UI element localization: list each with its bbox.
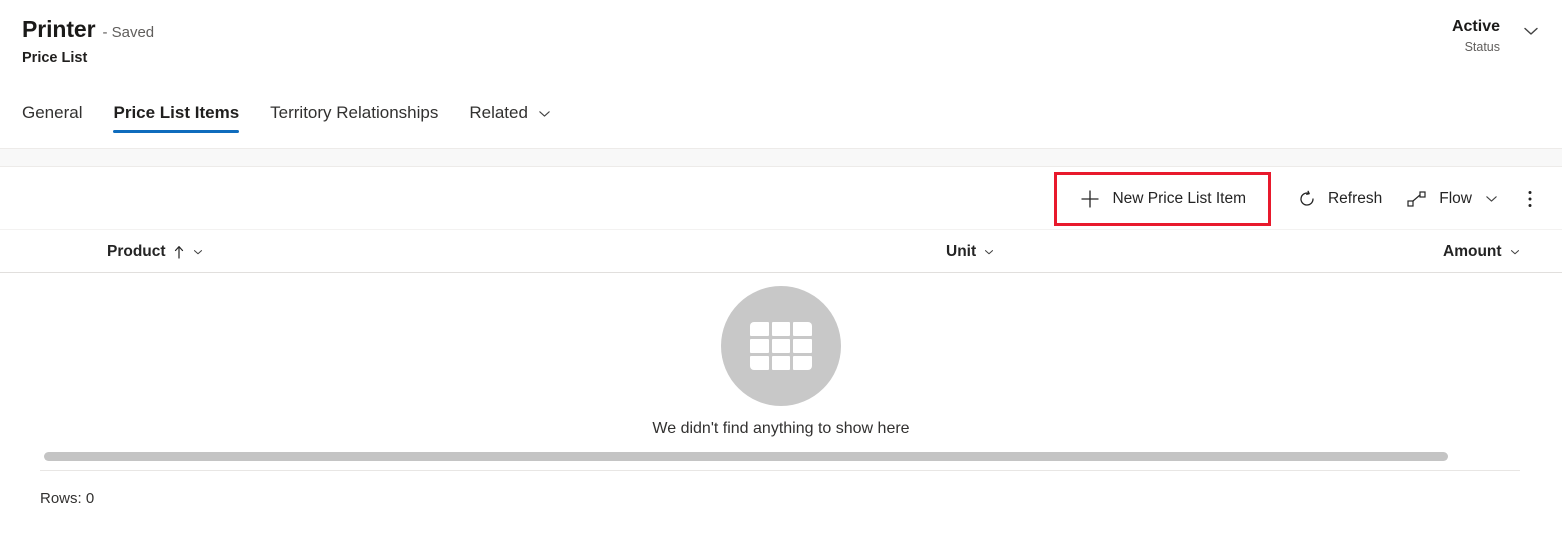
tab-territory-relationships-label: Territory Relationships bbox=[270, 103, 439, 122]
grid-footer-divider bbox=[40, 470, 1520, 471]
new-price-list-item-button[interactable]: New Price List Item bbox=[1054, 171, 1271, 226]
tab-related-label: Related bbox=[469, 103, 528, 122]
chevron-down-icon bbox=[982, 245, 996, 259]
row-count-label: Rows: 0 bbox=[40, 489, 95, 507]
refresh-icon bbox=[1297, 189, 1317, 209]
column-header-product[interactable]: Product bbox=[107, 231, 205, 272]
chevron-down-icon bbox=[536, 105, 553, 122]
refresh-label: Refresh bbox=[1327, 189, 1383, 207]
refresh-button[interactable]: Refresh bbox=[1285, 177, 1394, 221]
tab-price-list-items[interactable]: Price List Items bbox=[113, 88, 239, 138]
column-header-amount[interactable]: Amount bbox=[1443, 231, 1522, 272]
tab-price-list-items-label: Price List Items bbox=[113, 103, 240, 122]
grid-table-icon bbox=[721, 286, 841, 406]
entity-name-label: Price List bbox=[22, 50, 88, 66]
tab-related[interactable]: Related bbox=[469, 88, 553, 138]
record-header: Printer - Saved Price List Active Status bbox=[0, 0, 1562, 88]
grid-column-header-row: Product Unit Amount bbox=[0, 231, 1562, 273]
status-text-group: Active Status bbox=[1452, 17, 1500, 55]
column-header-unit[interactable]: Unit bbox=[946, 231, 996, 272]
empty-state-message: We didn't find anything to show here bbox=[652, 420, 910, 437]
tab-general[interactable]: General bbox=[22, 88, 82, 138]
new-price-list-item-label: New Price List Item bbox=[1112, 189, 1246, 207]
grid-horizontal-scrollbar-thumb[interactable] bbox=[44, 452, 1448, 461]
record-title-line: Printer - Saved bbox=[22, 16, 154, 43]
tab-general-label: General bbox=[22, 103, 83, 122]
flow-label: Flow bbox=[1439, 189, 1472, 207]
plus-icon bbox=[1079, 188, 1101, 210]
grid-horizontal-scrollbar[interactable] bbox=[44, 452, 1521, 461]
chevron-down-icon bbox=[1508, 245, 1522, 259]
chevron-down-icon[interactable] bbox=[1518, 18, 1544, 44]
record-tab-strip: General Price List Items Territory Relat… bbox=[0, 88, 1562, 148]
page-title: Printer bbox=[22, 16, 96, 42]
column-header-unit-label: Unit bbox=[946, 242, 977, 260]
status-field-label: Status bbox=[1464, 40, 1500, 54]
section-separator-band bbox=[0, 148, 1562, 167]
status-block: Active Status bbox=[1452, 17, 1544, 55]
flow-button[interactable]: Flow bbox=[1394, 177, 1512, 221]
grid-footer: Rows: 0 bbox=[40, 484, 440, 512]
grid-table-icon-cells bbox=[750, 321, 812, 371]
status-badge: Active bbox=[1451, 18, 1500, 35]
flow-icon bbox=[1406, 189, 1428, 209]
chevron-down-icon bbox=[1483, 190, 1500, 207]
chevron-down-icon bbox=[191, 245, 205, 259]
more-commands-button[interactable] bbox=[1518, 177, 1542, 221]
arrow-up-icon bbox=[173, 244, 185, 260]
record-title-block: Printer - Saved Price List bbox=[22, 16, 154, 66]
price-list-record-page: Printer - Saved Price List Active Status… bbox=[0, 0, 1562, 533]
column-header-product-label: Product bbox=[107, 242, 166, 260]
grid-column-header-inner: Product Unit Amount bbox=[41, 231, 1523, 272]
grid-empty-state: We didn't find anything to show here bbox=[0, 273, 1562, 451]
tab-territory-relationships[interactable]: Territory Relationships bbox=[270, 88, 438, 138]
column-header-amount-label: Amount bbox=[1443, 242, 1502, 260]
more-vertical-icon bbox=[1527, 188, 1533, 210]
grid-command-bar: New Price List Item Refresh Flow bbox=[0, 168, 1562, 230]
saved-state-label: - Saved bbox=[102, 24, 155, 41]
